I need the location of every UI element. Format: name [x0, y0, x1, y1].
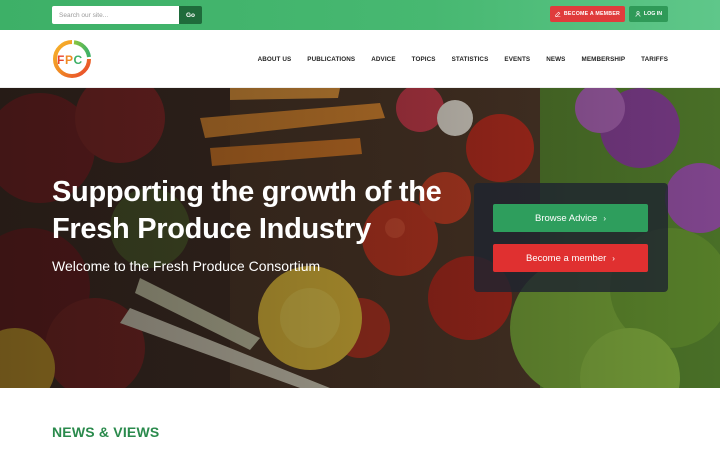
search-go-button[interactable]: Go	[179, 6, 202, 24]
become-member-button[interactable]: BECOME A MEMBER	[550, 6, 625, 22]
hero-title: Supporting the growth of the Fresh Produ…	[52, 176, 442, 245]
top-bar: Go BECOME A MEMBER LOG IN	[0, 0, 720, 30]
chevron-right-icon: ›	[603, 213, 606, 223]
fpc-logo[interactable]: F P C	[52, 40, 92, 78]
user-icon	[635, 11, 641, 17]
log-in-button[interactable]: LOG IN	[629, 6, 668, 22]
hero-subtitle: Welcome to the Fresh Produce Consortium	[52, 258, 321, 274]
hero-banner: Supporting the growth of the Fresh Produ…	[0, 88, 720, 388]
svg-text:C: C	[74, 53, 83, 67]
search-form: Go	[52, 6, 202, 24]
chevron-right-icon: ›	[612, 253, 615, 263]
site-header: F P C ABOUT US PUBLICATIONS ADVICE TOPIC…	[0, 30, 720, 88]
become-member-label: BECOME A MEMBER	[563, 11, 621, 17]
edit-icon	[555, 11, 561, 17]
become-member-cta-button[interactable]: Become a member ›	[493, 244, 648, 272]
nav-news[interactable]: NEWS	[546, 56, 565, 63]
nav-advice[interactable]: ADVICE	[371, 56, 395, 63]
news-views-heading: NEWS & VIEWS	[52, 424, 160, 440]
log-in-label: LOG IN	[643, 11, 663, 17]
become-member-cta-label: Become a member	[526, 252, 607, 264]
nav-membership[interactable]: MEMBERSHIP	[581, 56, 625, 63]
svg-text:F: F	[57, 53, 64, 67]
browse-advice-label: Browse Advice	[535, 212, 598, 224]
main-nav: ABOUT US PUBLICATIONS ADVICE TOPICS STAT…	[242, 30, 668, 88]
nav-about-us[interactable]: ABOUT US	[258, 56, 292, 63]
nav-publications[interactable]: PUBLICATIONS	[307, 56, 355, 63]
nav-topics[interactable]: TOPICS	[412, 56, 436, 63]
cta-panel: Browse Advice › Become a member ›	[474, 183, 668, 292]
browse-advice-button[interactable]: Browse Advice ›	[493, 204, 648, 232]
nav-tariffs[interactable]: TARIFFS	[641, 56, 668, 63]
nav-statistics[interactable]: STATISTICS	[452, 56, 489, 63]
search-input[interactable]	[52, 6, 179, 24]
svg-text:P: P	[65, 53, 73, 67]
nav-events[interactable]: EVENTS	[504, 56, 530, 63]
